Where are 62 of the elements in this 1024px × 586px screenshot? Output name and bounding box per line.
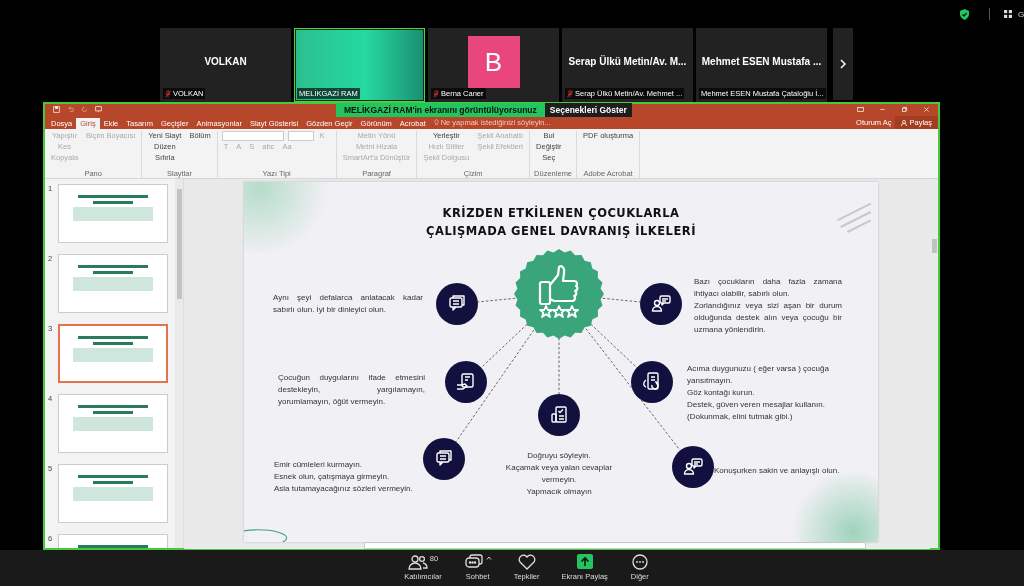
slide-text: Acıma duygunuzu ( eğer varsa ) çocuğa yansıtmayın. xyxy=(687,363,830,387)
slide-text: Esnek olun, çatışmaya girmeyin. xyxy=(274,471,391,483)
lightbulb-icon xyxy=(433,119,439,126)
slide-text: Asla tutamayacağınız sözleri vermeyin. xyxy=(274,483,414,495)
save-icon[interactable] xyxy=(53,106,60,113)
screen-share-banner: MELİKGAZİ RAM'in ekranını görüntülüyorsunuz xyxy=(336,103,545,117)
slide-thumbnail[interactable] xyxy=(58,184,168,243)
font-name-field[interactable] xyxy=(221,131,284,141)
avatar-initial: B xyxy=(467,36,520,88)
heart-icon xyxy=(516,554,537,570)
chat-icon xyxy=(436,283,478,325)
slide-text: Kaçamak veya yalan cevaplar vermeyin. xyxy=(504,462,614,486)
slide-text: Destek, güven veren mesajlar kullanın. (Dokunmak, elini tutmak gibi.) xyxy=(687,399,826,423)
caret-up-icon[interactable] xyxy=(485,556,492,560)
connector-line xyxy=(558,337,560,395)
slide-text: Bazı çocukların daha fazla zamana ihtiyacı olabilir, sabırlı olun. xyxy=(694,276,842,300)
scrollbar[interactable] xyxy=(175,179,183,548)
minimize-icon[interactable] xyxy=(879,106,886,113)
ribbon-display-icon[interactable] xyxy=(857,106,864,113)
chat-bubbles-icon xyxy=(463,554,484,570)
slide-thumbnail[interactable] xyxy=(58,254,168,313)
phone-refresh-icon xyxy=(631,361,673,403)
chat-icon xyxy=(423,438,465,480)
shield-icon xyxy=(960,8,969,20)
participant-name: VOLKAN xyxy=(204,55,247,67)
diagonal-lines-decoration xyxy=(834,200,874,234)
scrollbar[interactable] xyxy=(930,179,938,548)
connector-line xyxy=(477,297,516,303)
chevron-right-icon xyxy=(840,59,846,69)
presentation-icon[interactable] xyxy=(95,106,102,113)
slide-title: KRİZDEN ETKİLENEN ÇOCUKLARLA ÇALIŞMADA GENEL DAVRANIŞ İLKELERİ xyxy=(426,204,696,240)
close-icon[interactable] xyxy=(923,106,930,113)
show-options-button[interactable]: Seçenekleri Göster xyxy=(544,103,632,117)
more-icon xyxy=(629,554,650,570)
participant-name: Mehmet ESEN Mustafa ... xyxy=(701,55,822,67)
redo-icon[interactable] xyxy=(81,106,88,113)
undo-icon[interactable] xyxy=(67,106,74,113)
person-chat-icon xyxy=(640,283,682,325)
slide-thumbnail[interactable] xyxy=(58,394,168,453)
slide-text: Doğruyu söyleyin. xyxy=(526,450,592,462)
slide-text: Göz kontağı kurun. xyxy=(687,387,756,399)
restore-icon[interactable] xyxy=(901,106,908,113)
person-icon xyxy=(901,119,908,126)
slide-text: Konuşurken sakin ve anlayışlı olun. xyxy=(714,465,841,477)
connector-line xyxy=(602,297,641,303)
share-screen-icon xyxy=(574,554,595,570)
font-size-field[interactable] xyxy=(287,131,314,141)
slide-text: Emir cümleleri kurmayın. xyxy=(274,459,363,471)
scrollbar[interactable] xyxy=(184,542,930,549)
participants-icon xyxy=(407,554,428,570)
slide-thumbnail[interactable] xyxy=(58,464,168,523)
participant-name: Serap Ülkü Metin/Av. M... xyxy=(568,55,687,67)
slide-text: Zorlandığınız veya sizi aşan bir durum olduğunda destek alın veya çocuğu bir uzmana yönlendirin. xyxy=(694,300,842,336)
grid-icon[interactable] xyxy=(1004,10,1012,18)
slide-text: Aynı şeyi defalarca anlatacak kadar sabırlı olun. İyi bir dinleyici olun. xyxy=(273,292,423,316)
slide-text: Yapmacık olmayın xyxy=(525,486,593,498)
slide-thumbnail[interactable] xyxy=(58,324,168,383)
view-label[interactable]: G xyxy=(1018,9,1024,19)
hand-card-icon xyxy=(445,361,487,403)
checklist-icon xyxy=(538,394,580,436)
slide-text: Çocuğun duygularını ifade etmesini destekleyin, yargılamayın, yorumlamayın, öğüt vermeyin. xyxy=(278,372,425,408)
person-chat-icon xyxy=(672,446,714,488)
